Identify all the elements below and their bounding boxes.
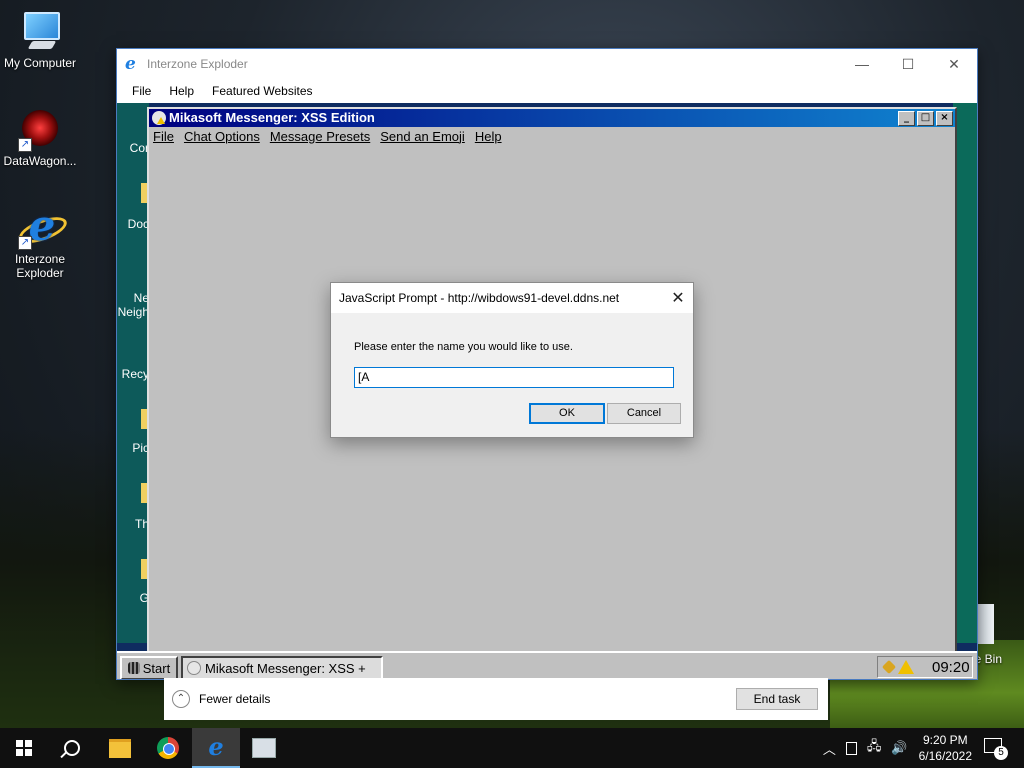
- cancel-button[interactable]: Cancel: [607, 403, 681, 424]
- inner-icon-label[interactable]: Ne: [117, 291, 149, 305]
- messenger-menu-send-emoji[interactable]: Send an Emoji: [380, 129, 465, 144]
- tablet-icon[interactable]: [845, 741, 857, 755]
- internet-explorer-icon: e: [208, 732, 224, 761]
- clock[interactable]: 9:20 PM 6/16/2022: [919, 732, 972, 764]
- inner-icon-label[interactable]: Pic: [117, 441, 149, 455]
- end-task-button[interactable]: End task: [736, 688, 818, 710]
- desktop-icon-interzone-exploder[interactable]: e ↗ Interzone Exploder: [0, 205, 80, 280]
- internet-explorer-icon: e ↗: [16, 205, 70, 250]
- desktop-icon-label: My Computer: [3, 56, 77, 70]
- prompt-name-input[interactable]: [354, 367, 674, 388]
- prompt-titlebar[interactable]: JavaScript Prompt - http://wibdows91-dev…: [331, 283, 693, 313]
- internet-explorer-icon: e: [125, 54, 136, 74]
- network-icon[interactable]: 🖧: [867, 737, 882, 759]
- close-button[interactable]: ✕: [931, 49, 977, 79]
- inner-icon-label[interactable]: Doc: [117, 217, 149, 231]
- inner-clock: 09:20: [932, 658, 970, 676]
- inner-start-label: Start: [142, 660, 171, 676]
- desktop-icon-my-computer[interactable]: My Computer: [0, 10, 80, 70]
- desktop-icon-label: DataWagon...: [3, 154, 77, 168]
- ok-button[interactable]: OK: [529, 403, 605, 424]
- volume-icon[interactable]: 🔊: [891, 740, 907, 756]
- messenger-menu-message-presets[interactable]: Message Presets: [270, 129, 370, 144]
- chevron-up-icon[interactable]: ︿: [823, 739, 836, 758]
- key-icon[interactable]: [881, 659, 897, 675]
- javascript-prompt-dialog: JavaScript Prompt - http://wibdows91-dev…: [330, 282, 694, 438]
- folder-icon: [109, 738, 131, 758]
- messenger-title: Mikasoft Messenger: XSS Edition: [169, 110, 375, 125]
- notification-center-button[interactable]: 5: [984, 738, 1010, 760]
- messenger-menubar: File Chat Options Message Presets Send a…: [149, 127, 955, 145]
- messenger-menu-file[interactable]: File: [153, 129, 174, 144]
- warning-icon[interactable]: [898, 660, 914, 674]
- messenger-menu-chat-options[interactable]: Chat Options: [184, 129, 260, 144]
- taskbar: e ︿ 🖧 🔊 9:20 PM 6/16/2022 5: [0, 728, 1024, 768]
- search-button[interactable]: [48, 728, 96, 768]
- inner-taskbar: Start Mikasoft Messenger: XSS + 09:20: [117, 651, 977, 679]
- messenger-titlebar[interactable]: Mikasoft Messenger: XSS Edition _ □ ×: [149, 109, 955, 127]
- messenger-maximize-button[interactable]: □: [917, 110, 934, 126]
- inner-icon-label[interactable]: Th: [117, 517, 149, 531]
- taskbar-task-manager[interactable]: [240, 728, 288, 768]
- task-manager-icon: [252, 738, 276, 758]
- inner-task-label: Mikasoft Messenger: XSS +: [205, 660, 366, 676]
- clock-time: 9:20 PM: [922, 733, 968, 747]
- chrome-icon: [157, 737, 179, 759]
- menu-featured-websites[interactable]: Featured Websites: [203, 84, 322, 98]
- inner-start-button[interactable]: Start: [120, 656, 178, 679]
- inner-icon-label[interactable]: Neigh: [117, 305, 149, 319]
- chevron-up-icon[interactable]: ⌃: [172, 690, 190, 708]
- task-manager-footer: ⌃ Fewer details End task: [164, 678, 828, 720]
- prompt-close-button[interactable]: ✕: [663, 288, 693, 308]
- prompt-title: JavaScript Prompt - http://wibdows91-dev…: [339, 291, 620, 305]
- messenger-minimize-button[interactable]: _: [898, 110, 915, 126]
- recycle-bin-icon[interactable]: [976, 604, 994, 644]
- taskbar-internet-explorer[interactable]: e: [192, 728, 240, 768]
- taskbar-file-explorer[interactable]: [96, 728, 144, 768]
- inner-system-tray: 09:20: [877, 656, 973, 678]
- minimize-button[interactable]: —: [839, 49, 885, 79]
- windows-logo-icon: [16, 740, 32, 756]
- desktop-icon-datawagon[interactable]: ↗ DataWagon...: [0, 108, 80, 168]
- prompt-message: Please enter the name you would like to …: [354, 341, 573, 353]
- browser-title: Interzone Exploder: [147, 57, 248, 71]
- fewer-details-link[interactable]: Fewer details: [199, 692, 736, 706]
- inner-icon-label[interactable]: Recy: [117, 367, 149, 381]
- browser-menubar: File Help Featured Websites: [117, 79, 977, 103]
- inner-icon-label[interactable]: Cor: [117, 141, 149, 155]
- messenger-icon: [152, 111, 166, 125]
- inner-icon-label[interactable]: G: [117, 591, 149, 605]
- menu-help[interactable]: Help: [160, 84, 203, 98]
- system-tray: ︿ 🖧 🔊 9:20 PM 6/16/2022 5: [818, 732, 1024, 764]
- messenger-icon: [187, 661, 201, 675]
- browser-titlebar[interactable]: e Interzone Exploder — ☐ ✕: [117, 49, 977, 79]
- inner-desktop-icons: Cor Doc Ne Neigh Recy Pic Th G: [117, 103, 151, 643]
- datawagon-icon: ↗: [18, 108, 62, 152]
- clock-date: 6/16/2022: [918, 749, 972, 763]
- inner-task-messenger[interactable]: Mikasoft Messenger: XSS +: [181, 656, 383, 679]
- taskbar-chrome[interactable]: [144, 728, 192, 768]
- search-icon: [64, 740, 80, 756]
- desktop-icon-label: Interzone Exploder: [14, 252, 66, 280]
- menu-file[interactable]: File: [123, 84, 160, 98]
- messenger-menu-help[interactable]: Help: [475, 129, 502, 144]
- notification-count: 5: [994, 746, 1008, 760]
- computer-icon: [18, 10, 62, 54]
- maximize-button[interactable]: ☐: [885, 49, 931, 79]
- start-button[interactable]: [0, 728, 48, 768]
- messenger-close-button[interactable]: ×: [936, 110, 953, 126]
